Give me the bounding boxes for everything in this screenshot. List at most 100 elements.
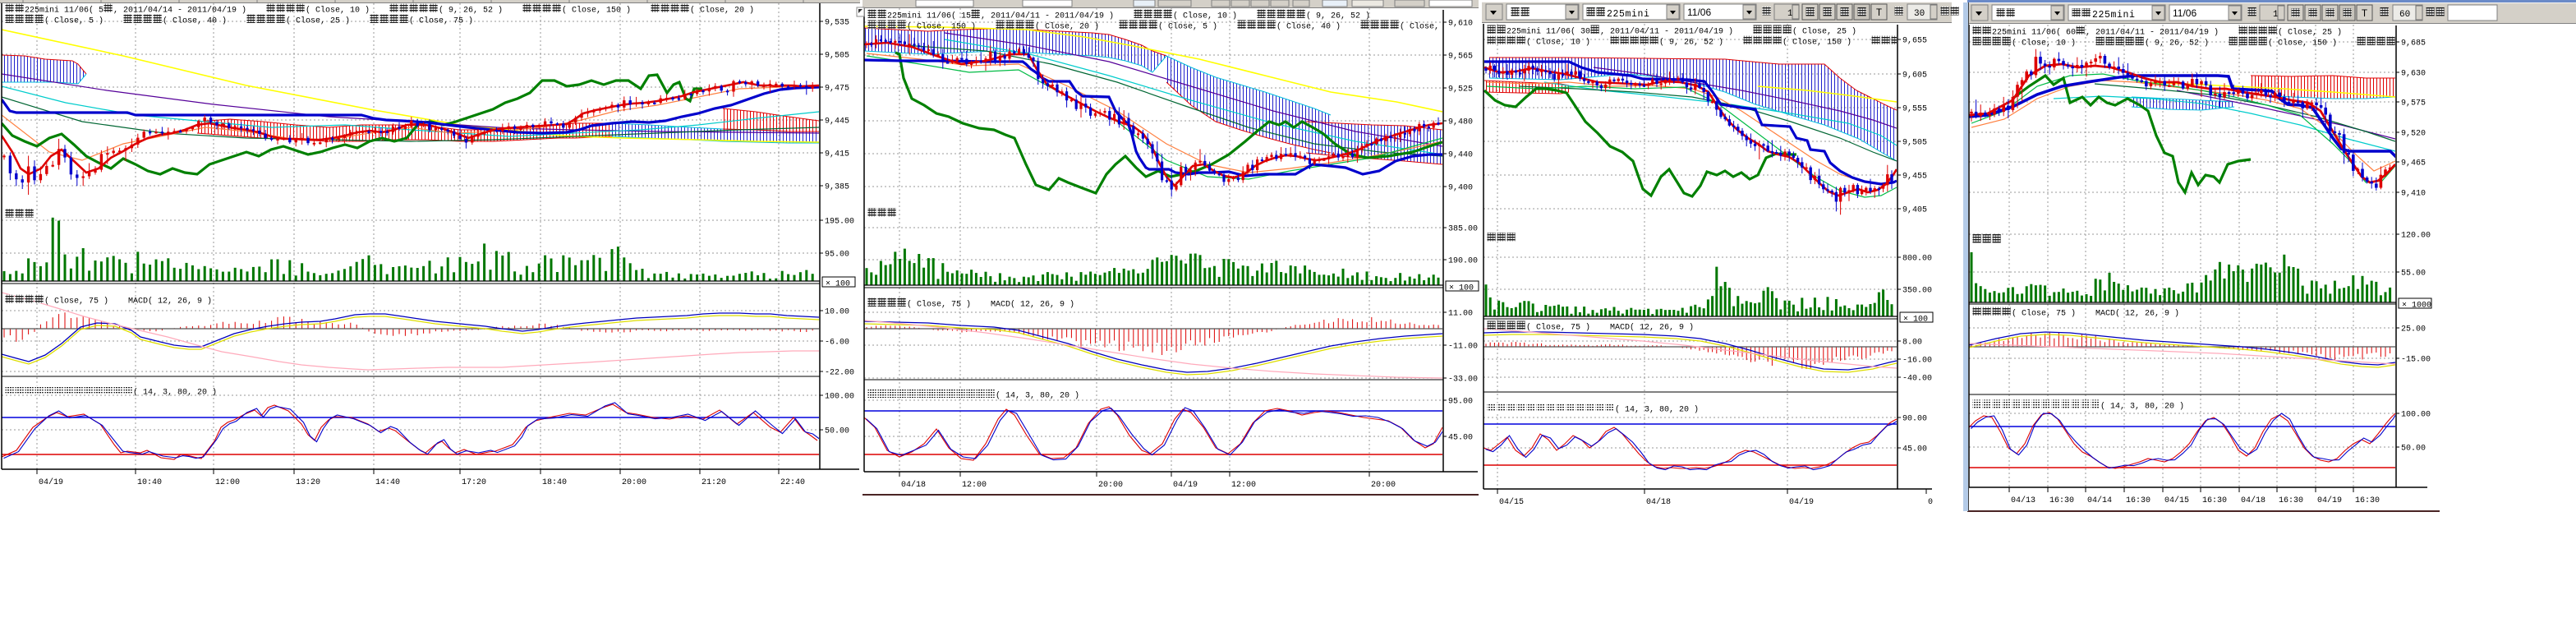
svg-text:45.00: 45.00: [1902, 445, 1927, 454]
svg-text:-40.00: -40.00: [1902, 375, 1932, 384]
svg-text:11/06: 11/06: [2173, 7, 2196, 19]
svg-text:( Close, 150 ): ( Close, 150 ): [2268, 39, 2337, 48]
svg-text:16:30: 16:30: [2049, 496, 2074, 505]
svg-text:-6.00: -6.00: [825, 339, 849, 348]
svg-text:9,535: 9,535: [825, 19, 849, 28]
svg-text:45.00: 45.00: [1448, 434, 1473, 443]
svg-text:9,440: 9,440: [1448, 151, 1473, 160]
svg-text:25.00: 25.00: [2401, 325, 2426, 334]
svg-text:( Close, 20 ): ( Close, 20 ): [1035, 22, 1099, 32]
svg-text:30: 30: [1914, 9, 1925, 19]
svg-text:16:30: 16:30: [2126, 496, 2150, 505]
svg-text:( 14, 3, 80, 20 ): ( 14, 3, 80, 20 ): [133, 388, 217, 398]
svg-text:( Close, 40 ): ( Close, 40 ): [163, 16, 227, 26]
svg-text:90.00: 90.00: [1902, 415, 1927, 424]
svg-text:60: 60: [2399, 10, 2410, 20]
svg-text:9,465: 9,465: [2401, 159, 2426, 168]
svg-text:195.00: 195.00: [825, 218, 854, 227]
svg-text:MACD( 12, 26, 9 ): MACD( 12, 26, 9 ): [128, 297, 212, 307]
svg-text:( 9, 26, 52 ): ( 9, 26, 52 ): [1659, 38, 1723, 48]
svg-text:95.00: 95.00: [1448, 398, 1473, 407]
svg-text:9,575: 9,575: [2401, 99, 2426, 108]
svg-text:( Close, 10 ): ( Close, 10 ): [1173, 12, 1237, 21]
svg-text:04/18: 04/18: [2241, 496, 2266, 505]
svg-text:( 9, 26, 52 ): ( 9, 26, 52 ): [439, 6, 503, 16]
svg-text:22:40: 22:40: [780, 478, 805, 487]
svg-text:04/19: 04/19: [1789, 497, 1814, 507]
svg-text:04/14: 04/14: [2087, 496, 2112, 505]
svg-text:9,445: 9,445: [825, 118, 849, 127]
svg-text:( Close, 5 ): ( Close, 5 ): [44, 16, 104, 26]
svg-text:10:40: 10:40: [137, 478, 162, 487]
svg-text:-15.00: -15.00: [2401, 356, 2431, 365]
svg-text:04/15: 04/15: [2164, 496, 2189, 505]
svg-text:04/19: 04/19: [39, 477, 63, 487]
svg-text:( Close, 2: ( Close, 2: [1400, 22, 1449, 32]
svg-text:-11.00: -11.00: [1448, 343, 1478, 352]
svg-text:9,565: 9,565: [1448, 53, 1473, 62]
svg-text:T: T: [2362, 9, 2367, 19]
svg-text:350.00: 350.00: [1902, 287, 1932, 296]
svg-text:( Close, 75 ): ( Close, 75 ): [409, 16, 473, 26]
svg-text:12:00: 12:00: [1231, 481, 1256, 490]
svg-text:20:00: 20:00: [1098, 481, 1123, 490]
svg-text:( 14, 3, 80, 20 ): ( 14, 3, 80, 20 ): [996, 391, 1079, 401]
svg-text:( 14, 3, 80, 20 ): ( 14, 3, 80, 20 ): [2100, 402, 2184, 412]
svg-text:04/18: 04/18: [901, 480, 926, 490]
svg-text:9,405: 9,405: [1902, 206, 1927, 215]
svg-text:( Close, 25 ): ( Close, 25 ): [1792, 27, 1856, 37]
svg-text:, 2011/04/11 - 2011/04/19 ): , 2011/04/11 - 2011/04/19 ): [981, 12, 1114, 21]
svg-text:( Close, 150 ): ( Close, 150 ): [1782, 38, 1852, 48]
svg-text:( Close, 5 ): ( Close, 5 ): [1158, 22, 1217, 32]
svg-text:100.00: 100.00: [2401, 411, 2431, 420]
svg-text:( Close, 10 ): ( Close, 10 ): [2012, 39, 2076, 48]
svg-text:225mini: 225mini: [2092, 10, 2136, 21]
svg-text:17:20: 17:20: [462, 478, 486, 487]
svg-text:12:00: 12:00: [962, 481, 987, 490]
svg-text:225mini: 225mini: [1607, 9, 1650, 20]
svg-text:21:20: 21:20: [702, 478, 726, 487]
svg-text:9,630: 9,630: [2401, 70, 2426, 79]
svg-text:385.00: 385.00: [1448, 225, 1478, 234]
svg-text:( Close, 25 ): ( Close, 25 ): [2278, 28, 2342, 38]
svg-text:225mini 11/06( 30: 225mini 11/06( 30: [1506, 27, 1590, 37]
svg-text:× 100: × 100: [826, 280, 850, 289]
svg-text:18:40: 18:40: [542, 478, 567, 487]
svg-text:50.00: 50.00: [825, 427, 849, 436]
svg-text:9,455: 9,455: [1902, 173, 1927, 182]
svg-text:( Close, 75 ): ( Close, 75 ): [2012, 309, 2076, 319]
svg-text:0: 0: [1928, 498, 1933, 507]
svg-text:120.00: 120.00: [2401, 232, 2431, 241]
svg-text:( 9, 26, 52 ): ( 9, 26, 52 ): [2145, 39, 2209, 48]
svg-text:9,685: 9,685: [2401, 39, 2426, 48]
svg-text:MACD( 12, 26, 9 ): MACD( 12, 26, 9 ): [1610, 323, 1694, 333]
svg-text:( Close, 25 ): ( Close, 25 ): [286, 16, 350, 26]
svg-text:× 100: × 100: [1903, 316, 1928, 325]
svg-text:04/13: 04/13: [2011, 496, 2036, 505]
svg-text:225mini 11/06( 15: 225mini 11/06( 15: [887, 12, 971, 21]
svg-text:04/15: 04/15: [1499, 497, 1524, 507]
svg-text:100.00: 100.00: [825, 393, 854, 402]
svg-text:9,525: 9,525: [1448, 85, 1473, 95]
svg-text:, 2011/04/11 - 2011/04/19 ): , 2011/04/11 - 2011/04/19 ): [2086, 28, 2219, 38]
svg-text:9,400: 9,400: [1448, 184, 1473, 193]
svg-text:16:30: 16:30: [2279, 496, 2303, 505]
svg-text:225mini 11/06( 60: 225mini 11/06( 60: [1992, 28, 2076, 38]
svg-text:-16.00: -16.00: [1902, 357, 1932, 366]
svg-text:55.00: 55.00: [2401, 270, 2426, 279]
svg-text:9,655: 9,655: [1902, 37, 1927, 46]
svg-text:( Close, 10 ): ( Close, 10 ): [1526, 38, 1590, 48]
svg-text:14:40: 14:40: [375, 478, 400, 487]
svg-text:-33.00: -33.00: [1448, 376, 1478, 385]
svg-text:( Close, 40 ): ( Close, 40 ): [1276, 22, 1341, 32]
svg-text:800.00: 800.00: [1902, 255, 1932, 264]
svg-text:20:00: 20:00: [622, 478, 646, 487]
svg-text:9,605: 9,605: [1902, 71, 1927, 81]
svg-text:10.00: 10.00: [825, 308, 849, 317]
svg-text:9,610: 9,610: [1448, 20, 1473, 29]
svg-text:16:30: 16:30: [2355, 496, 2380, 505]
svg-text:9,415: 9,415: [825, 150, 849, 159]
svg-text:× 1000: × 1000: [2402, 302, 2431, 311]
svg-text:9,555: 9,555: [1902, 105, 1927, 114]
svg-text:( Close, 150 ): ( Close, 150 ): [562, 6, 631, 16]
